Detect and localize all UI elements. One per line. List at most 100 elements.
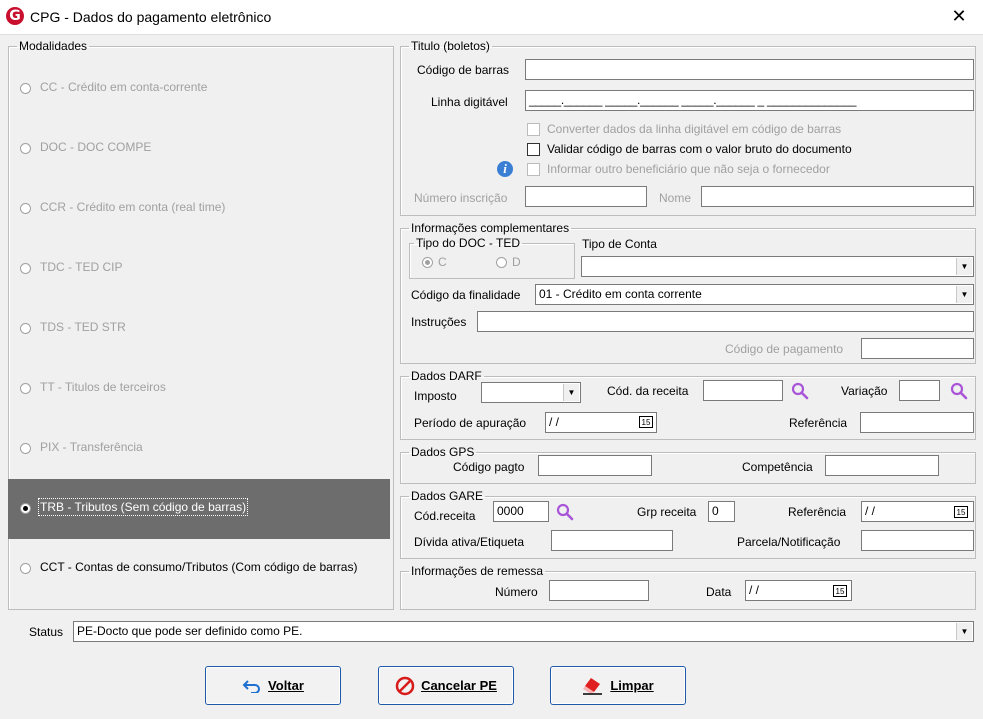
modalidade-label: CCR - Crédito em conta (real time) xyxy=(40,200,226,214)
calendar-icon[interactable]: 15 xyxy=(639,416,653,428)
nome-input[interactable] xyxy=(701,186,974,207)
remessa-group: Informações de remessa xyxy=(400,565,976,610)
app-logo-icon: G xyxy=(6,7,24,25)
competencia-input[interactable] xyxy=(825,455,939,476)
instrucoes-label: Instruções xyxy=(411,315,467,329)
modalidade-radio[interactable] xyxy=(20,563,31,574)
status-label: Status xyxy=(29,625,64,639)
chevron-down-icon: ▼ xyxy=(956,623,972,640)
data-value: / / xyxy=(749,583,760,597)
finalidade-value: 01 - Crédito em conta corrente xyxy=(539,287,702,301)
modalidade-option[interactable]: TRB - Tributos (Sem código de barras) xyxy=(8,479,390,539)
gare-referencia-value: / / xyxy=(865,504,876,518)
variacao-label: Variação xyxy=(841,384,888,398)
converter-checkbox[interactable] xyxy=(527,123,540,136)
info-icon[interactable]: i xyxy=(497,161,513,177)
codigo-pagamento-label: Código de pagamento xyxy=(725,342,844,356)
tipo-c-radio[interactable] xyxy=(422,257,433,268)
parcela-label: Parcela/Notificação xyxy=(737,535,841,549)
calendar-icon[interactable]: 15 xyxy=(833,585,847,597)
modalidade-label: CC - Crédito em conta-corrente xyxy=(40,80,208,94)
numero-input[interactable] xyxy=(549,580,649,601)
search-icon[interactable] xyxy=(791,382,809,400)
cod-receita-label: Cód. da receita xyxy=(607,384,689,398)
modalidade-option: CC - Crédito em conta-corrente xyxy=(8,59,390,119)
numero-inscricao-label: Número inscrição xyxy=(414,191,508,205)
modalidades-legend: Modalidades xyxy=(19,39,88,53)
limpar-label: Limpar xyxy=(610,678,654,693)
grp-receita-label: Grp receita xyxy=(637,505,697,519)
gare-referencia-label: Referência xyxy=(788,505,847,519)
modalidade-option[interactable]: CCT - Contas de consumo/Tributos (Com có… xyxy=(8,539,390,599)
periodo-label: Período de apuração xyxy=(414,416,527,430)
codigo-pagto-input[interactable] xyxy=(538,455,652,476)
divida-ativa-label: Dívida ativa/Etiqueta xyxy=(414,535,525,549)
tipo-d-radio[interactable] xyxy=(496,257,507,268)
competencia-label: Competência xyxy=(742,460,813,474)
modalidade-label: CCT - Contas de consumo/Tributos (Com có… xyxy=(40,560,358,574)
status-value: PE-Docto que pode ser definido como PE. xyxy=(77,624,303,638)
tipo-c-label: C xyxy=(438,255,447,269)
limpar-button[interactable]: Limpar xyxy=(550,666,686,705)
cod-receita-input[interactable] xyxy=(703,380,783,401)
codigo-pagto-label: Código pagto xyxy=(453,460,525,474)
finalidade-select[interactable]: 01 - Crédito em conta corrente ▼ xyxy=(535,284,974,305)
darf-legend: Dados DARF xyxy=(411,369,482,383)
codigo-pagamento-input[interactable] xyxy=(861,338,974,359)
modalidade-option: TDC - TED CIP xyxy=(8,239,390,299)
parcela-input[interactable] xyxy=(861,530,974,551)
darf-referencia-label: Referência xyxy=(789,416,848,430)
periodo-value: / / xyxy=(549,415,560,429)
tipo-conta-select[interactable]: ▼ xyxy=(581,256,974,277)
codigo-barras-label: Código de barras xyxy=(417,63,510,77)
window-title: CPG - Dados do pagamento eletrônico xyxy=(30,9,272,25)
modalidade-label: PIX - Transferência xyxy=(40,440,143,454)
instrucoes-input[interactable] xyxy=(477,311,974,332)
tipo-doc-ted-group: Tipo do DOC - TED xyxy=(409,237,575,279)
linha-digitavel-input[interactable]: _____.______ _____.______ _____.______ _… xyxy=(525,90,974,111)
nome-label: Nome xyxy=(659,191,692,205)
chevron-down-icon: ▼ xyxy=(956,258,972,275)
cancelar-pe-button[interactable]: Cancelar PE xyxy=(378,666,514,705)
finalidade-label: Código da finalidade xyxy=(411,288,521,302)
grp-receita-input[interactable]: 0 xyxy=(708,501,735,522)
calendar-icon[interactable]: 15 xyxy=(954,506,968,518)
converter-label: Converter dados da linha digitável em có… xyxy=(547,122,842,136)
variacao-input[interactable] xyxy=(899,380,940,401)
informar-beneficiario-label: Informar outro beneficiário que não seja… xyxy=(547,162,830,176)
modalidade-option: DOC - DOC COMPE xyxy=(8,119,390,179)
modalidade-label: TDS - TED STR xyxy=(40,320,126,334)
codigo-barras-input[interactable] xyxy=(525,59,974,80)
tipo-d-label: D xyxy=(512,255,521,269)
numero-inscricao-input[interactable] xyxy=(525,186,647,207)
modalidade-radio xyxy=(20,83,31,94)
gps-legend: Dados GPS xyxy=(411,445,475,459)
modalidade-option: PIX - Transferência xyxy=(8,419,390,479)
chevron-down-icon: ▼ xyxy=(563,384,579,401)
modalidade-radio[interactable] xyxy=(20,503,31,514)
search-icon[interactable] xyxy=(950,382,968,400)
data-label: Data xyxy=(706,585,732,599)
imposto-select[interactable]: ▼ xyxy=(481,382,581,403)
informar-beneficiario-checkbox[interactable] xyxy=(527,163,540,176)
modalidade-option: TDS - TED STR xyxy=(8,299,390,359)
modalidade-radio xyxy=(20,203,31,214)
gare-cod-receita-input[interactable]: 0000 xyxy=(493,501,549,522)
darf-referencia-input[interactable] xyxy=(860,412,974,433)
status-select[interactable]: PE-Docto que pode ser definido como PE. … xyxy=(73,621,974,642)
numero-label: Número xyxy=(495,585,538,599)
modalidade-label: DOC - DOC COMPE xyxy=(40,140,152,154)
divida-ativa-input[interactable] xyxy=(551,530,673,551)
cancelar-pe-label: Cancelar PE xyxy=(421,678,497,693)
validar-checkbox[interactable] xyxy=(527,143,540,156)
modalidade-option: CCR - Crédito em conta (real time) xyxy=(8,179,390,239)
modalidade-label: TDC - TED CIP xyxy=(40,260,123,274)
modalidade-radio xyxy=(20,143,31,154)
voltar-button[interactable]: Voltar xyxy=(205,666,341,705)
modalidade-label: TT - Titulos de terceiros xyxy=(40,380,166,394)
search-icon[interactable] xyxy=(556,503,574,521)
modalidade-radio xyxy=(20,443,31,454)
close-icon[interactable]: ✕ xyxy=(949,6,969,26)
modalidade-label: TRB - Tributos (Sem código de barras) xyxy=(37,498,249,516)
validar-label: Validar código de barras com o valor bru… xyxy=(547,142,852,156)
